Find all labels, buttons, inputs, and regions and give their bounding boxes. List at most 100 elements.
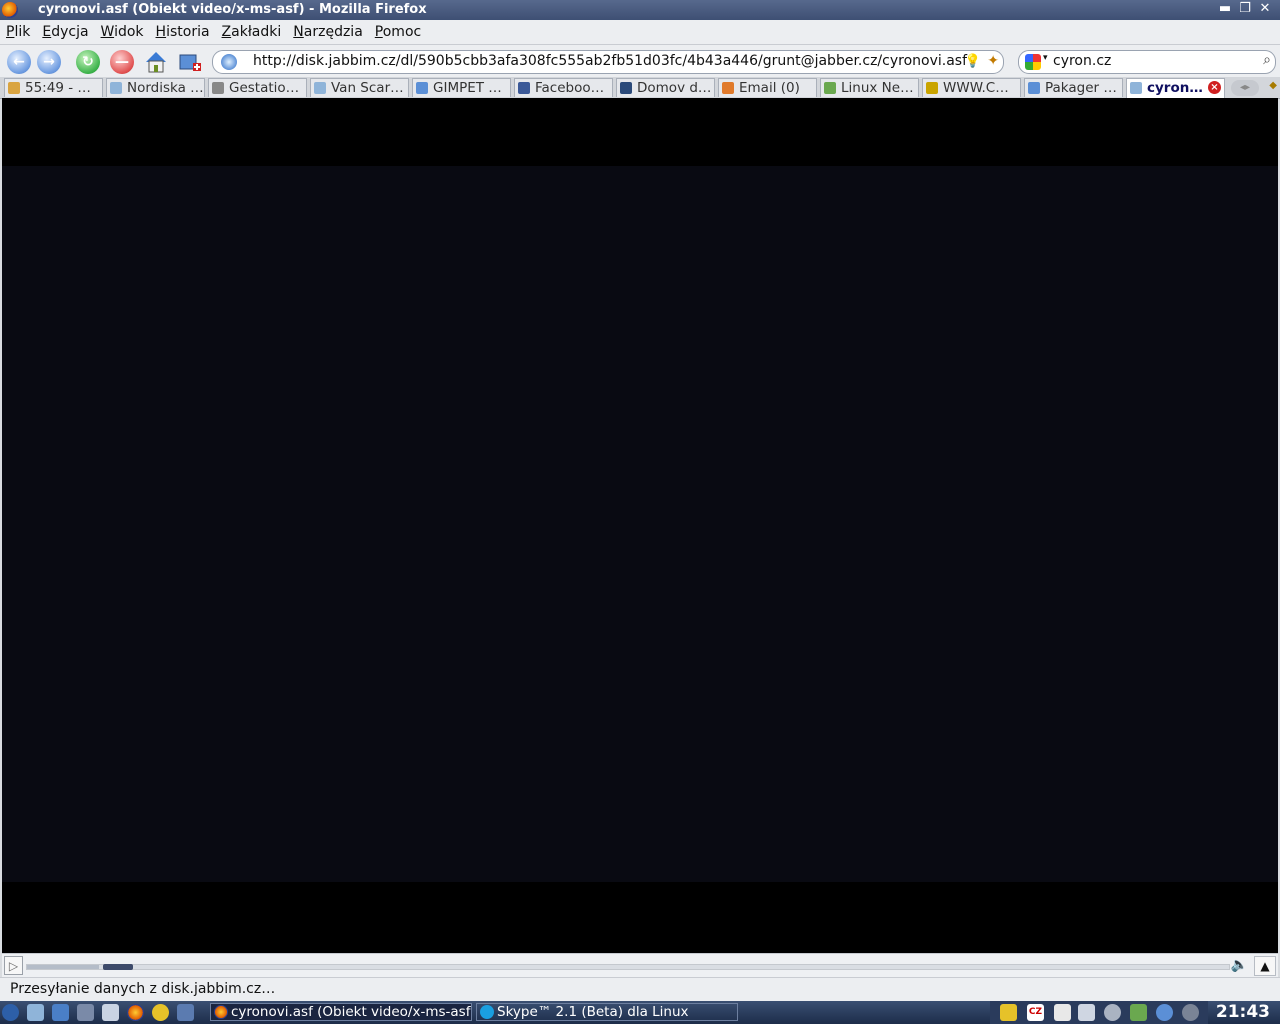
url-bar[interactable]: http://disk.jabbim.cz/dl/590b5cbb3afa308… <box>212 50 1004 74</box>
minimize-button[interactable]: ▬ <box>1218 2 1232 16</box>
bluetooth-icon[interactable] <box>1156 1004 1173 1021</box>
stop-button[interactable]: — <box>110 50 134 74</box>
media-controls: ▷ 🔈 ▲ <box>2 953 1278 978</box>
tab[interactable]: GIMPET … <box>412 78 511 97</box>
tab[interactable]: Email (0) <box>718 78 817 97</box>
tab-label: Faceboo… <box>535 80 605 96</box>
globe-icon <box>1130 82 1142 94</box>
clock-icon <box>8 82 20 94</box>
site-icon <box>620 82 632 94</box>
volume-tray-icon[interactable] <box>1078 1004 1095 1021</box>
tab-bar: 55:49 - … Nordiska … Gestatio… Van Scar… GIM… <box>0 77 1280 99</box>
paw-icon <box>416 82 428 94</box>
status-message: Przesyłanie danych z disk.jabbim.cz… <box>10 981 276 997</box>
tab-label: WWW.C… <box>943 80 1009 96</box>
seek-thumb[interactable] <box>103 964 134 970</box>
info-icon[interactable] <box>1182 1004 1199 1021</box>
taskbar-task[interactable]: Skype™ 2.1 (Beta) dla Linux <box>476 1003 738 1021</box>
menu-edycja[interactable]: Edycja <box>36 20 94 44</box>
desktop-icon[interactable] <box>102 1004 119 1021</box>
package-icon <box>1028 82 1040 94</box>
tab[interactable]: Faceboo… <box>514 78 613 97</box>
taskbar-task-label: Skype™ 2.1 (Beta) dla Linux <box>497 1004 689 1020</box>
navigation-toolbar: ← → ↻ — http://disk.jabbim.cz/dl/590b5cb… <box>0 45 1280 77</box>
status-bar: Przesyłanie danych z disk.jabbim.cz… <box>0 977 1280 1002</box>
network-icon[interactable] <box>1104 1004 1121 1021</box>
engine-dropdown-icon[interactable]: ▾ <box>1043 53 1048 63</box>
firefox-launcher-icon[interactable] <box>127 1004 144 1021</box>
reload-icon: ↻ <box>82 54 94 70</box>
feed-icon[interactable]: ✦ <box>987 53 999 69</box>
tab[interactable]: Van Scar… <box>310 78 409 97</box>
system-tray: CZ <box>990 1001 1208 1024</box>
firefox-icon[interactable] <box>2 2 18 18</box>
menu-zakładki[interactable]: Zakładki <box>216 20 288 44</box>
close-button[interactable]: ✕ <box>1258 2 1272 16</box>
menu-plik[interactable]: Plik <box>0 20 36 44</box>
forward-arrow-icon: → <box>43 54 55 70</box>
menu-bar: Plik Edycja Widok Historia Zakładki Narzędzia… <box>0 20 1280 45</box>
file-manager-icon[interactable] <box>27 1004 44 1021</box>
back-arrow-icon: ← <box>13 54 25 70</box>
maximize-button[interactable]: ❐ <box>1238 2 1252 16</box>
tab[interactable]: Nordiska … <box>106 78 205 97</box>
seek-bar[interactable] <box>26 964 1230 970</box>
tab-active[interactable]: cyron… × <box>1126 78 1225 98</box>
play-button[interactable]: ▷ <box>4 956 23 975</box>
menu-narzędzia[interactable]: Narzędzia <box>287 20 369 44</box>
menu-historia[interactable]: Historia <box>150 20 216 44</box>
pager-icon[interactable] <box>177 1004 194 1021</box>
menu-pomoc[interactable]: Pomoc <box>369 20 427 44</box>
menu-widok[interactable]: Widok <box>95 20 150 44</box>
clipboard-icon[interactable] <box>1054 1004 1071 1021</box>
new-tab-button[interactable] <box>177 49 203 75</box>
bookmark-bulb-icon[interactable]: 💡 <box>965 54 981 69</box>
folder-icon[interactable] <box>1000 1004 1017 1021</box>
window-titlebar: cyronovi.asf (Obiekt video/x-ms-asf) - M… <box>0 0 1280 20</box>
tab-label: Email (0) <box>739 80 800 96</box>
fullscreen-button[interactable]: ▲ <box>1254 956 1276 976</box>
tab[interactable]: WWW.C… <box>922 78 1021 97</box>
tab[interactable]: Pakager … <box>1024 78 1123 97</box>
search-icon[interactable]: ⌕ <box>1263 52 1271 68</box>
search-bar[interactable]: ▾ cyron.cz ⌕ <box>1018 50 1276 74</box>
volume-icon[interactable]: 🔈 <box>1231 957 1248 973</box>
tab-label: 55:49 - … <box>25 80 91 96</box>
clock[interactable]: 21:43 <box>1216 1002 1270 1022</box>
site-identity-icon[interactable] <box>221 54 237 70</box>
home-button[interactable] <box>143 49 169 75</box>
tab-label: Linux Ne… <box>841 80 914 96</box>
google-engine-icon[interactable] <box>1025 54 1041 70</box>
keyboard-layout-badge[interactable]: CZ <box>1027 1004 1044 1021</box>
video-content[interactable] <box>2 98 1278 953</box>
url-text[interactable]: http://disk.jabbim.cz/dl/590b5cbb3afa308… <box>253 53 967 69</box>
buffered-bar <box>27 965 100 969</box>
globe-icon <box>314 82 326 94</box>
close-tab-icon[interactable]: × <box>1208 81 1221 94</box>
tab[interactable]: Gestatio… <box>208 78 307 97</box>
back-button[interactable]: ← <box>7 50 31 74</box>
update-icon[interactable] <box>1130 1004 1147 1021</box>
tab[interactable]: Domov d… <box>616 78 715 97</box>
tab-list-icon[interactable]: ◆ <box>1269 80 1277 91</box>
forward-button[interactable]: → <box>37 50 61 74</box>
home-icon <box>146 52 166 73</box>
sun-icon[interactable] <box>152 1004 169 1021</box>
terminal-icon[interactable] <box>52 1004 69 1021</box>
window-title: cyronovi.asf (Obiekt video/x-ms-asf) - M… <box>38 2 427 17</box>
start-menu-icon[interactable] <box>2 1004 19 1021</box>
tab[interactable]: 55:49 - … <box>4 78 103 97</box>
email-icon <box>722 82 734 94</box>
bird-icon <box>212 82 224 94</box>
skype-icon <box>480 1005 494 1019</box>
video-frame[interactable] <box>2 166 1278 882</box>
tab-label: Gestatio… <box>229 80 300 96</box>
reload-button[interactable]: ↻ <box>76 50 100 74</box>
tools-icon[interactable] <box>77 1004 94 1021</box>
search-input[interactable]: cyron.cz <box>1053 53 1111 69</box>
tab[interactable]: Linux Ne… <box>820 78 919 97</box>
taskbar: cyronovi.asf (Obiekt video/x-ms-asf) Skyp… <box>0 1001 1280 1024</box>
star-icon <box>926 82 938 94</box>
tab-scroll-button[interactable]: ◂▸ <box>1231 80 1259 96</box>
taskbar-task[interactable]: cyronovi.asf (Obiekt video/x-ms-asf) <box>210 1003 472 1021</box>
